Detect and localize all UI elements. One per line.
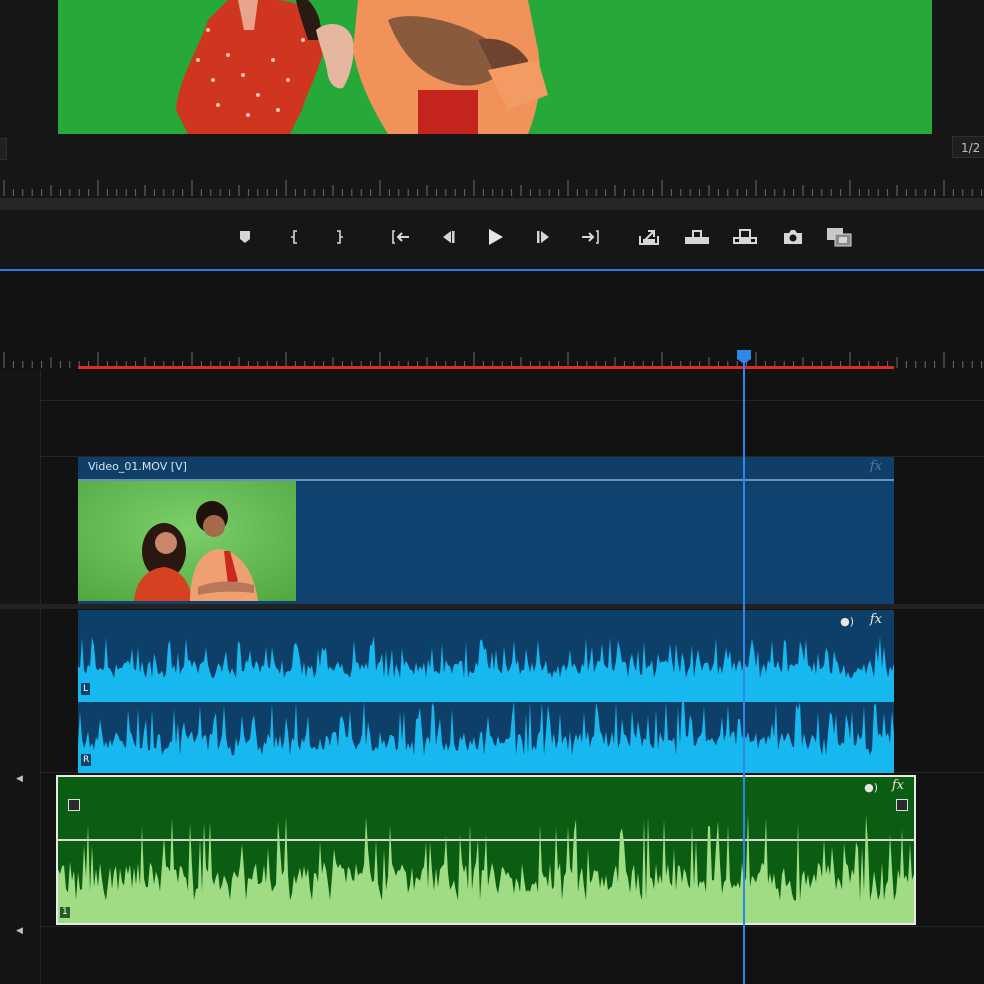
track-separator[interactable] [0,604,984,609]
step-forward-icon [537,231,549,243]
audio-waveform [58,813,914,905]
go-to-in-icon [392,230,409,244]
marker-icon [240,231,250,243]
work-area-bar[interactable] [78,366,894,369]
track-header-column: ◀ ◀ [0,370,41,984]
overwrite-icon [733,229,757,244]
fade-in-handle[interactable] [68,799,80,811]
transport-controls [0,215,984,259]
mark-out-button[interactable] [322,215,356,259]
comparison-view-button[interactable] [823,215,857,259]
play-icon [489,229,503,245]
mark-in-icon [291,230,297,244]
go-to-out-icon [582,230,599,244]
audio-waveform [78,636,894,773]
program-monitor: 1/2 [0,0,984,270]
track-divider [40,926,984,927]
go-to-out-button[interactable] [573,215,607,259]
audio-clip-selected[interactable]: ●) fx 1 [56,775,916,925]
video-clip-header: Video_01.MOV [V] fx [78,457,894,481]
add-marker-button[interactable] [228,215,262,259]
lift-button[interactable] [632,215,666,259]
mark-in-button[interactable] [278,215,312,259]
overwrite-button[interactable] [728,215,762,259]
go-to-in-button[interactable] [384,215,418,259]
left-panel-tab[interactable] [0,138,7,160]
playhead-line[interactable] [743,356,745,984]
thumbnail-image [78,481,296,601]
frame-image [58,0,932,134]
export-frame-button[interactable] [776,215,810,259]
channel-right-label: R [81,754,92,766]
step-back-icon [443,231,455,243]
mark-out-icon [337,230,343,244]
voice-icon[interactable]: ●) [864,781,878,794]
playhead-head[interactable] [736,349,752,365]
voice-icon[interactable]: ●) [840,615,854,628]
video-thumbnail [78,481,296,601]
fx-badge[interactable]: fx [870,459,882,474]
track-divider [40,400,984,401]
video-clip-name: Video_01.MOV [V] [88,460,187,473]
program-frame [58,0,932,134]
monitor-scroll-strip[interactable] [0,198,984,210]
fx-badge[interactable]: fx [870,612,882,627]
step-forward-button[interactable] [527,215,561,259]
camera-icon [784,230,802,244]
comparison-icon [827,228,852,247]
video-clip[interactable]: Video_01.MOV [V] fx [78,457,894,604]
channel-left-label: L [81,683,91,695]
play-button[interactable] [478,215,512,259]
page-indicator[interactable]: 1/2 [952,136,984,158]
lift-icon [639,230,659,245]
fx-badge[interactable]: fx [892,778,904,793]
track-collapse-arrow[interactable]: ◀ [16,926,23,936]
channel-label: 1 [60,907,70,918]
audio-clip[interactable]: ●) fx L R [78,610,894,773]
fade-out-handle[interactable] [896,799,908,811]
step-back-button[interactable] [431,215,465,259]
insert-button[interactable] [680,215,714,259]
track-collapse-arrow[interactable]: ◀ [16,774,23,784]
monitor-ruler[interactable] [0,176,984,198]
insert-icon [685,230,709,244]
